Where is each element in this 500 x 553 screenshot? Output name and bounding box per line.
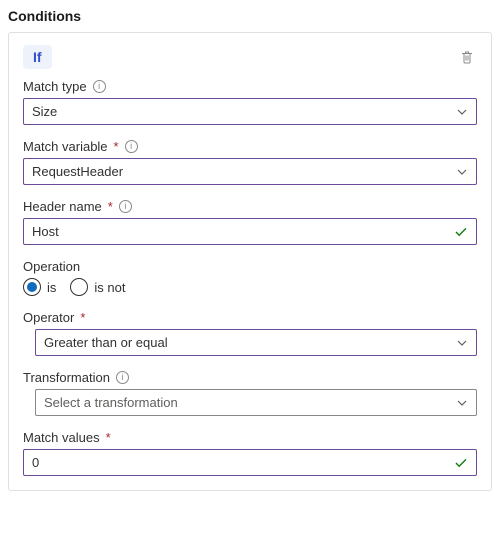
info-icon[interactable]: i [116, 371, 129, 384]
required-mark: * [108, 199, 113, 214]
input-value: Host [32, 224, 59, 239]
chevron-down-icon [456, 106, 468, 118]
select-value: Greater than or equal [44, 335, 168, 350]
chevron-down-icon [456, 166, 468, 178]
radio-is[interactable] [23, 278, 41, 296]
select-value: RequestHeader [32, 164, 123, 179]
select-operator[interactable]: Greater than or equal [35, 329, 477, 356]
label-text: Operation [23, 259, 80, 274]
trash-icon [459, 49, 475, 65]
select-match-variable[interactable]: RequestHeader [23, 158, 477, 185]
transformation-indent: Select a transformation [23, 389, 477, 416]
info-icon[interactable]: i [125, 140, 138, 153]
label-text: Transformation [23, 370, 110, 385]
radio-is-not[interactable] [70, 278, 88, 296]
section-title: Conditions [8, 8, 492, 24]
radio-label: is not [94, 280, 125, 295]
required-mark: * [106, 430, 111, 445]
label-text: Header name [23, 199, 102, 214]
required-mark: * [114, 139, 119, 154]
label-text: Operator [23, 310, 74, 325]
condition-card: If Match type i Size Match variable * [8, 32, 492, 491]
label-text: Match type [23, 79, 87, 94]
label-match-values: Match values * [23, 430, 477, 445]
radio-group-operation: is is not [23, 278, 477, 296]
input-value: 0 [32, 455, 39, 470]
label-operator: Operator * [23, 310, 477, 325]
delete-button[interactable] [457, 47, 477, 67]
check-icon [454, 456, 468, 470]
field-header-name: Header name * i Host [23, 199, 477, 245]
field-match-type: Match type i Size [23, 79, 477, 125]
select-value: Size [32, 104, 57, 119]
input-header-name[interactable]: Host [23, 218, 477, 245]
operator-indent: Greater than or equal [23, 329, 477, 356]
chevron-down-icon [456, 337, 468, 349]
input-match-values[interactable]: 0 [23, 449, 477, 476]
radio-label: is [47, 280, 56, 295]
field-match-variable: Match variable * i RequestHeader [23, 139, 477, 185]
label-match-variable: Match variable * i [23, 139, 477, 154]
label-text: Match variable [23, 139, 108, 154]
field-match-values: Match values * 0 [23, 430, 477, 476]
select-match-type[interactable]: Size [23, 98, 477, 125]
label-match-type: Match type i [23, 79, 477, 94]
select-transformation[interactable]: Select a transformation [35, 389, 477, 416]
check-icon [454, 225, 468, 239]
info-icon[interactable]: i [119, 200, 132, 213]
info-icon[interactable]: i [93, 80, 106, 93]
label-text: Match values [23, 430, 100, 445]
required-mark: * [80, 310, 85, 325]
if-pill: If [23, 45, 52, 69]
radio-option-is[interactable]: is [23, 278, 56, 296]
label-transformation: Transformation i [23, 370, 477, 385]
field-operator: Operator * Greater than or equal [23, 310, 477, 356]
label-operation: Operation [23, 259, 477, 274]
select-placeholder: Select a transformation [44, 395, 178, 410]
field-transformation: Transformation i Select a transformation [23, 370, 477, 416]
radio-option-is-not[interactable]: is not [70, 278, 125, 296]
chevron-down-icon [456, 397, 468, 409]
field-operation: Operation is is not [23, 259, 477, 296]
card-header: If [23, 45, 477, 69]
label-header-name: Header name * i [23, 199, 477, 214]
